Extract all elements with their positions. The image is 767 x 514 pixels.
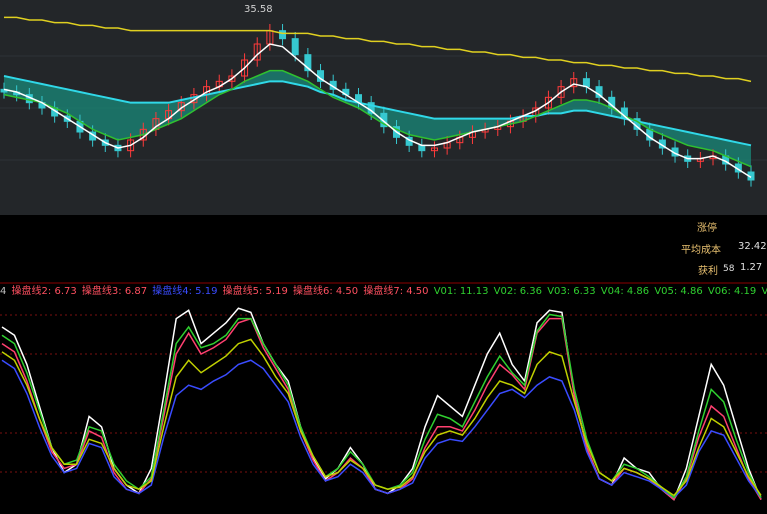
profit-extra-value: 1.27 xyxy=(740,262,763,273)
profit-value: 58 xyxy=(723,264,735,274)
legend-entry: V07: 6 xyxy=(761,286,767,297)
avg-cost-label: 平均成本 xyxy=(681,245,721,256)
candle-body xyxy=(279,30,287,40)
legend-entry: V03: 6.33 xyxy=(547,286,599,297)
legend-entry: V02: 6.36 xyxy=(493,286,546,297)
high-price-label: 35.58 xyxy=(244,4,273,15)
legend-entry: 操盘线4: 5.19 xyxy=(152,286,221,297)
legend-entry: 操盘线3: 6.87 xyxy=(81,286,151,297)
legend-entry: 操盘线2: 6.73 xyxy=(11,286,80,297)
legend-entry: 4 xyxy=(0,286,10,297)
legend-entry: V04: 4.86 xyxy=(600,286,653,297)
avg-cost-value: 32.42 xyxy=(738,241,767,252)
candle-body xyxy=(291,38,299,56)
legend-entry: V05: 4.86 xyxy=(654,286,706,297)
limit-up-label: 涨停 xyxy=(697,223,717,234)
profit-label: 获利 xyxy=(698,266,718,277)
candle-body xyxy=(418,144,426,152)
legend-entry: 操盘线5: 5.19 xyxy=(222,286,291,297)
indicator-legend: 4 操盘线2: 6.73 操盘线3: 6.87 操盘线4: 5.19 操盘线5:… xyxy=(0,284,767,300)
legend-entry: 操盘线6: 4.50 xyxy=(292,286,362,297)
chart-stage: 35.58 xyxy=(0,0,767,514)
legend-entry: V01: 11.13 xyxy=(433,286,492,297)
legend-entry: V06: 4.19 xyxy=(707,286,760,297)
legend-entry: 操盘线7: 4.50 xyxy=(363,286,432,297)
